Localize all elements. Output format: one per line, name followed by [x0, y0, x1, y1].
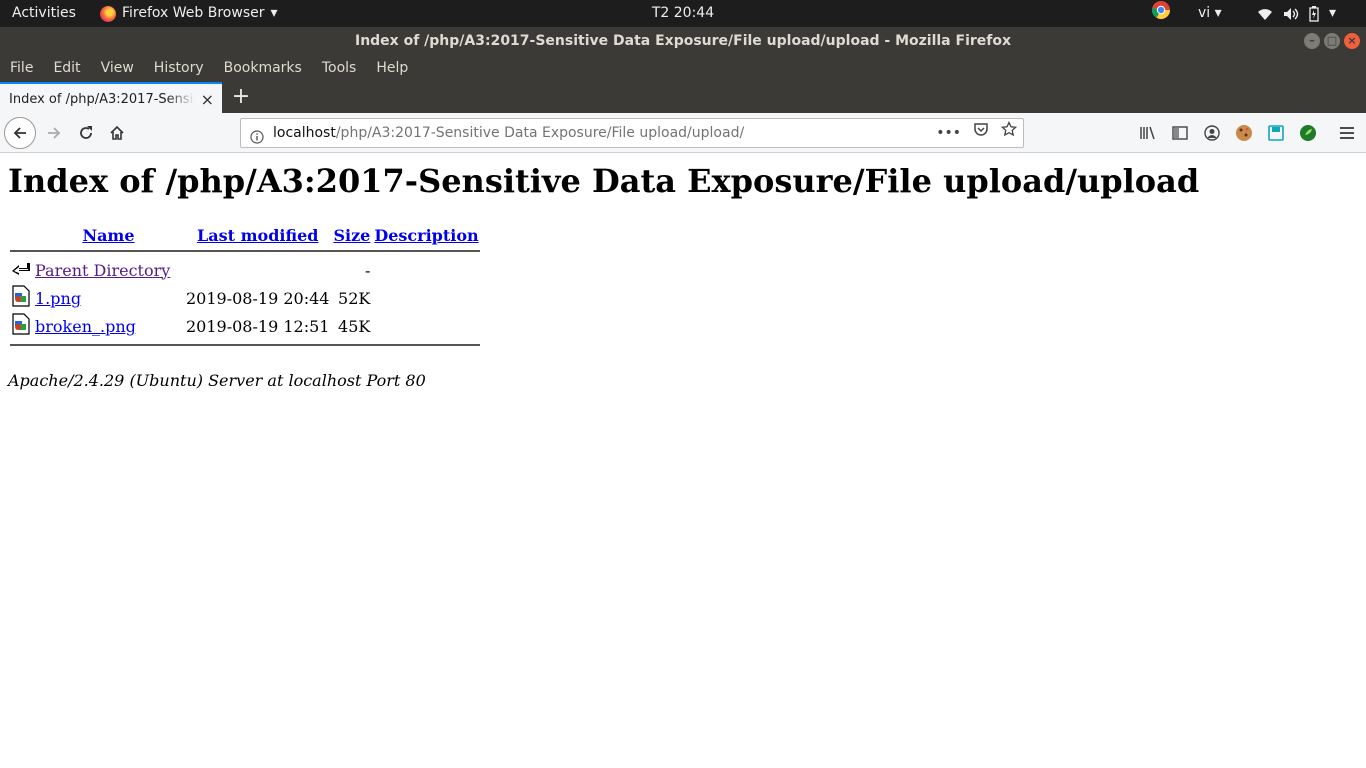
sidebar-icon[interactable]	[1170, 123, 1190, 143]
chevron-down-icon: ▾	[1214, 5, 1222, 21]
reload-button[interactable]	[72, 119, 100, 147]
divider-row	[10, 341, 480, 349]
page-title: Index of /php/A3:2017-Sensitive Data Exp…	[8, 162, 1200, 200]
pocket-icon[interactable]	[973, 119, 989, 147]
back-button[interactable]	[4, 117, 36, 149]
tab-title: Index of /php/A3:2017-Sensitive Data Exp…	[9, 92, 195, 107]
listing-header-row: Name Last modified Size Description	[10, 226, 480, 245]
icon-column-header	[10, 226, 32, 245]
system-top-bar: Activities Firefox Web Browser ▾ T2 20:4…	[0, 0, 1366, 27]
table-row: broken_.png 2019-08-19 12:51 45K	[10, 313, 480, 339]
page-content: Index of /php/A3:2017-Sensitive Data Exp…	[0, 154, 1366, 768]
home-button[interactable]	[103, 119, 131, 147]
wifi-icon	[1257, 7, 1273, 21]
green-extension-icon[interactable]	[1298, 123, 1318, 143]
language-label: vi	[1198, 5, 1211, 21]
close-window-button[interactable]: ×	[1344, 33, 1360, 49]
bookmark-star-icon[interactable]	[1000, 119, 1018, 147]
divider-row	[10, 247, 480, 255]
sort-by-description-link[interactable]: Description	[374, 226, 478, 245]
file-size: 45K	[338, 316, 371, 336]
system-status-menu[interactable]: ▾	[1257, 0, 1336, 27]
file-modified: 2019-08-19 20:44	[186, 288, 330, 308]
menu-icon	[1340, 127, 1354, 139]
info-icon[interactable]	[250, 126, 264, 147]
parent-directory-link[interactable]: Parent Directory	[35, 261, 170, 280]
battery-icon	[1309, 5, 1319, 22]
directory-listing: Name Last modified Size Description Pare…	[8, 224, 482, 351]
arrow-left-icon	[13, 127, 26, 139]
maximize-button[interactable]: □	[1324, 33, 1340, 49]
menu-bar: File Edit View History Bookmarks Tools H…	[0, 55, 1366, 82]
file-modified: 2019-08-19 12:51	[186, 316, 330, 336]
divider	[10, 344, 480, 346]
chevron-down-icon: ▾	[1329, 5, 1337, 21]
window-title: Index of /php/A3:2017-Sensitive Data Exp…	[354, 33, 1012, 49]
cookie-extension-icon[interactable]	[1234, 123, 1254, 143]
sort-by-size-link[interactable]: Size	[333, 226, 370, 245]
file-description	[373, 313, 479, 339]
table-row: Parent Directory -	[10, 257, 480, 283]
server-signature: Apache/2.4.29 (Ubuntu) Server at localho…	[8, 371, 426, 390]
file-link[interactable]: broken_.png	[35, 317, 136, 336]
account-icon[interactable]	[1202, 123, 1222, 143]
divider	[10, 250, 480, 252]
library-icon[interactable]	[1138, 123, 1158, 143]
menu-bookmarks[interactable]: Bookmarks	[224, 55, 302, 82]
menu-view[interactable]: View	[101, 55, 134, 82]
sort-by-last-modified-link[interactable]: Last modified	[197, 226, 318, 245]
hamburger-menu-button[interactable]	[1333, 119, 1361, 147]
image-file-icon	[12, 313, 30, 335]
menu-help[interactable]: Help	[376, 55, 408, 82]
parent-size: -	[364, 260, 371, 280]
sort-by-name-link[interactable]: Name	[82, 226, 134, 245]
new-tab-button[interactable]: +	[230, 82, 252, 113]
page-actions-icon[interactable]: •••	[936, 119, 961, 147]
menu-history[interactable]: History	[154, 55, 204, 82]
volume-icon	[1283, 7, 1299, 21]
image-file-icon	[12, 285, 30, 307]
arrow-right-icon	[48, 127, 61, 139]
window-title-bar: Index of /php/A3:2017-Sensitive Data Exp…	[0, 27, 1366, 55]
url-bar[interactable]: localhost/php/A3:2017-Sensitive Data Exp…	[240, 118, 1024, 148]
close-tab-icon[interactable]: ×	[201, 84, 214, 113]
parent-modified	[185, 257, 330, 283]
input-language-menu[interactable]: vi ▾	[1198, 0, 1222, 27]
file-link[interactable]: 1.png	[35, 289, 81, 308]
menu-edit[interactable]: Edit	[53, 55, 80, 82]
back-folder-icon	[12, 263, 30, 275]
navigation-toolbar: localhost/php/A3:2017-Sensitive Data Exp…	[0, 113, 1366, 153]
tab-active[interactable]: Index of /php/A3:2017-Sensitive Data Exp…	[0, 82, 222, 113]
save-extension-icon[interactable]	[1266, 123, 1286, 143]
menu-file[interactable]: File	[10, 55, 33, 82]
forward-button[interactable]	[40, 119, 68, 147]
parent-description	[373, 257, 479, 283]
chrome-icon[interactable]	[1151, 0, 1171, 27]
minimize-button[interactable]: –	[1304, 33, 1320, 49]
url-path: /php/A3:2017-Sensitive Data Exposure/Fil…	[335, 125, 745, 141]
table-row: 1.png 2019-08-19 20:44 52K	[10, 285, 480, 311]
home-icon	[110, 125, 124, 140]
tab-strip: Index of /php/A3:2017-Sensitive Data Exp…	[0, 82, 1366, 113]
menu-tools[interactable]: Tools	[322, 55, 357, 82]
file-size: 52K	[338, 288, 371, 308]
file-description	[373, 285, 479, 311]
url-host: localhost	[273, 125, 336, 141]
reload-icon	[80, 126, 92, 139]
